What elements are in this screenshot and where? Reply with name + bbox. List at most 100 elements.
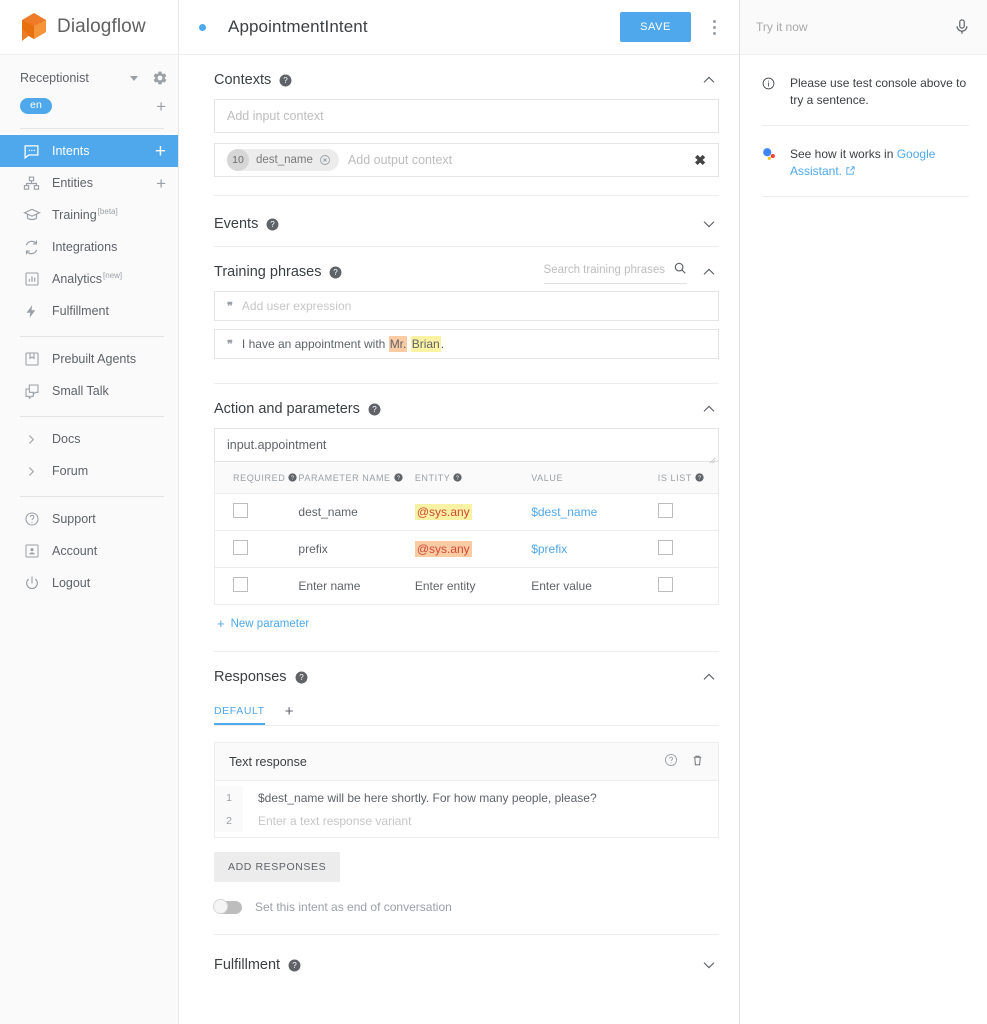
entity-cell[interactable]: @sys.any (414, 530, 532, 568)
is-list-checkbox[interactable] (657, 577, 673, 592)
external-link-icon[interactable] (845, 164, 856, 175)
sidebar-item-analytics[interactable]: Analytics[new] (0, 263, 178, 295)
input-context-field[interactable]: Add input context (214, 99, 719, 133)
parameter-name-cell[interactable]: dest_name (298, 493, 415, 531)
entity-cell[interactable]: Enter entity (415, 568, 531, 605)
sidebar-item-integrations[interactable]: Integrations (0, 231, 178, 263)
col-parameter-name: PARAMETER NAME ? (298, 462, 415, 494)
value-cell[interactable]: Enter value (531, 568, 658, 605)
table-row[interactable]: dest_name @sys.any $dest_name (214, 493, 719, 531)
resize-handle-icon[interactable] (709, 453, 716, 464)
response-variant-row[interactable]: 1 $dest_name will be here shortly. For h… (215, 786, 718, 809)
tab-default[interactable]: DEFAULT (214, 705, 265, 725)
required-checkbox[interactable] (233, 540, 248, 555)
svg-text:?: ? (283, 76, 288, 85)
section-contexts: Contexts ? Add input context 10 dest_nam… (214, 55, 719, 196)
sidebar-item-prebuilt-agents[interactable]: Prebuilt Agents (0, 343, 178, 375)
add-entity-icon[interactable]: + (156, 175, 166, 192)
sidebar-item-entities[interactable]: Entities + (0, 167, 178, 199)
help-icon[interactable]: ? (266, 218, 279, 231)
section-title: Training phrases (214, 264, 322, 280)
end-of-conversation-toggle[interactable] (213, 898, 242, 914)
help-icon[interactable]: ? (695, 473, 704, 483)
clear-contexts-icon[interactable]: ✖ (694, 152, 706, 169)
help-icon[interactable]: ? (279, 74, 292, 87)
collapse-contexts-icon[interactable] (699, 70, 719, 90)
sidebar-item-forum[interactable]: Forum (0, 455, 178, 487)
sidebar-item-docs[interactable]: Docs (0, 423, 178, 455)
save-button[interactable]: SAVE (620, 12, 691, 42)
events-header[interactable]: Events ? (214, 196, 719, 246)
expand-events-icon[interactable] (699, 214, 719, 234)
sidebar-item-support[interactable]: Support (0, 503, 178, 535)
new-parameter-button[interactable]: + New parameter (214, 605, 719, 651)
section-title: Responses (214, 669, 287, 685)
sidebar-item-fulfillment[interactable]: Fulfillment (0, 295, 178, 327)
brand-logo[interactable]: Dialogflow (0, 0, 178, 55)
annotated-entity-dest-name[interactable]: Brian (410, 336, 441, 352)
more-options-icon[interactable] (705, 19, 723, 35)
add-intent-icon[interactable]: + (155, 142, 166, 161)
responses-header: Responses ? (214, 652, 719, 696)
response-tabs: DEFAULT + (214, 696, 719, 726)
fulfillment-header[interactable]: Fulfillment ? (214, 935, 719, 989)
gear-icon[interactable] (152, 70, 168, 86)
sidebar-divider-3 (20, 416, 164, 417)
help-icon[interactable]: ? (368, 403, 381, 416)
response-variant-row[interactable]: 2 Enter a text response variant (215, 809, 718, 832)
collapse-training-phrases-icon[interactable] (699, 262, 719, 282)
value-cell[interactable]: $prefix (531, 542, 567, 556)
response-variant-text[interactable]: $dest_name will be here shortly. For how… (243, 791, 597, 805)
language-badge[interactable]: en (20, 98, 53, 114)
output-context-chip[interactable]: 10 dest_name (227, 149, 339, 171)
help-icon[interactable]: ? (295, 671, 308, 684)
phrase-prefix: I have an appointment with (241, 337, 389, 351)
info-icon (762, 77, 775, 90)
parameter-name-cell[interactable]: Enter name (298, 568, 414, 605)
is-list-checkbox[interactable] (657, 503, 673, 518)
training-phrase-row[interactable]: ❞ I have an appointment with Mr. Brian. (214, 329, 719, 359)
required-checkbox[interactable] (233, 503, 248, 518)
help-icon[interactable]: ? (288, 959, 301, 972)
try-it-now-input[interactable]: Try it now (756, 20, 953, 34)
sidebar-item-account[interactable]: Account (0, 535, 178, 567)
collapse-action-parameters-icon[interactable] (699, 399, 719, 419)
help-icon[interactable]: ? (329, 266, 342, 279)
logout-icon (22, 574, 41, 593)
required-checkbox[interactable] (233, 577, 248, 592)
sidebar-item-training[interactable]: Training[beta] (0, 199, 178, 231)
parameter-name-cell[interactable]: prefix (298, 530, 415, 568)
help-icon[interactable] (664, 753, 678, 770)
try-it-now-bar[interactable]: Try it now (740, 0, 987, 55)
value-cell[interactable]: $dest_name (531, 505, 597, 519)
help-icon[interactable]: ? (453, 473, 462, 483)
response-variant-placeholder[interactable]: Enter a text response variant (243, 814, 411, 828)
sidebar-item-logout[interactable]: Logout (0, 567, 178, 599)
help-icon[interactable]: ? (394, 473, 403, 483)
add-language-icon[interactable]: + (156, 98, 166, 115)
output-context-field[interactable]: 10 dest_name Add output context ✖ (214, 143, 719, 177)
output-context-placeholder: Add output context (347, 153, 453, 167)
microphone-icon[interactable] (953, 18, 971, 36)
svg-text:?: ? (291, 475, 294, 481)
chevron-down-icon[interactable] (130, 75, 138, 81)
add-response-tab-button[interactable]: + (285, 703, 294, 725)
remove-context-icon[interactable] (319, 154, 331, 166)
is-list-checkbox[interactable] (657, 540, 673, 555)
delete-icon[interactable] (691, 754, 704, 770)
help-icon[interactable]: ? (288, 473, 298, 483)
table-row[interactable]: prefix @sys.any $prefix (214, 530, 719, 568)
sidebar-item-small-talk[interactable]: Small Talk (0, 375, 178, 407)
table-row[interactable]: Enter name Enter entity Enter value (215, 568, 719, 605)
search-training-phrases-input[interactable]: Search training phrases (543, 261, 687, 284)
action-name-input[interactable]: input.appointment (214, 428, 719, 464)
add-user-expression-field[interactable]: ❞ Add user expression (214, 291, 719, 321)
collapse-responses-icon[interactable] (699, 667, 719, 687)
entity-cell[interactable]: @sys.any (414, 493, 532, 531)
search-icon[interactable] (673, 261, 687, 280)
add-responses-button[interactable]: ADD RESPONSES (214, 852, 341, 882)
agent-selector[interactable]: Receptionist (0, 63, 178, 93)
expand-fulfillment-icon[interactable] (699, 955, 719, 975)
annotated-entity-prefix[interactable]: Mr. (388, 336, 408, 352)
sidebar-item-intents[interactable]: Intents + (0, 135, 178, 167)
